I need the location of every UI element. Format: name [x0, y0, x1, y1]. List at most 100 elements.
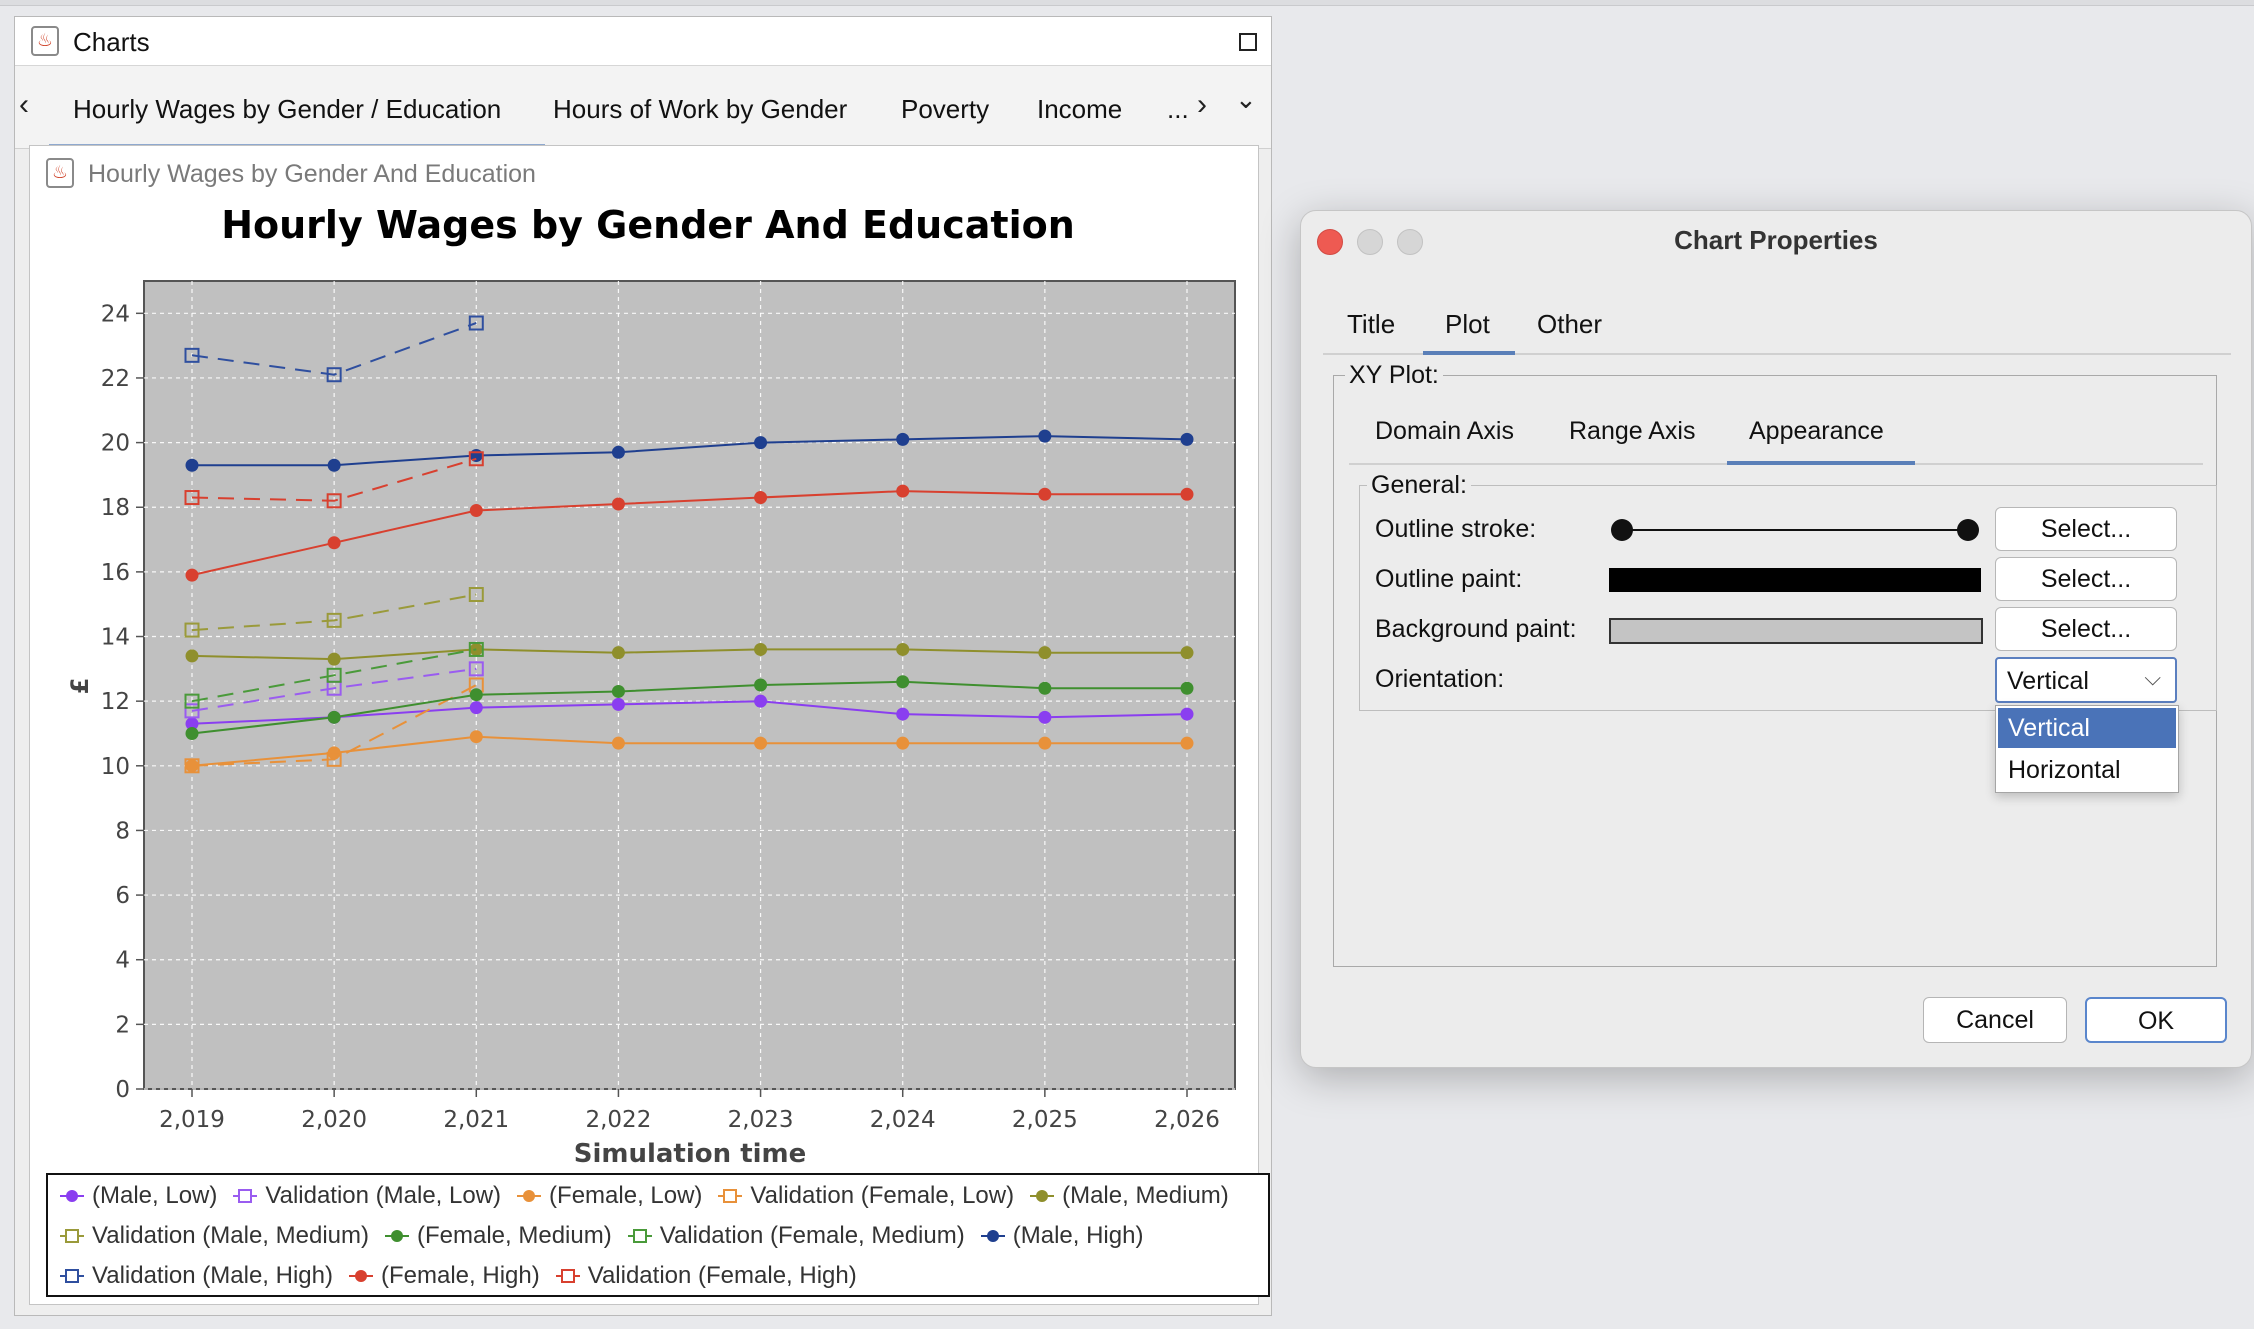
data-point	[469, 701, 483, 715]
x-tick-label: 2,026	[1154, 1107, 1220, 1133]
legend-swatch-marker	[391, 1230, 403, 1243]
ok-button[interactable]: OK	[2085, 997, 2227, 1043]
tab-poverty[interactable]: Poverty	[901, 94, 989, 125]
legend-row: Validation (Male, Medium) (Female, Medium…	[58, 1221, 1157, 1250]
active-tab-indicator	[1423, 351, 1515, 355]
data-point	[1038, 710, 1052, 724]
data-point	[185, 568, 199, 582]
charts-titlebar: ♨ Charts	[15, 17, 1271, 66]
y-tick-label: 20	[101, 431, 130, 457]
legend-swatch	[1030, 1190, 1055, 1203]
y-tick-label: 6	[115, 883, 130, 909]
outline-paint-swatch	[1609, 568, 1981, 592]
data-point	[327, 536, 341, 550]
x-tick-label: 2,020	[301, 1107, 367, 1133]
chart-tabbar: ‹ Hourly Wages by Gender / Education Hou…	[15, 66, 1271, 149]
orientation-select[interactable]: Vertical ⌵	[1995, 657, 2177, 703]
data-point	[611, 497, 625, 511]
data-point	[1038, 736, 1052, 750]
outline-paint-select-button[interactable]: Select...	[1995, 557, 2177, 601]
legend-row: (Male, Low) Validation (Male, Low) (Female…	[58, 1181, 1243, 1210]
legend-swatch-marker	[238, 1189, 253, 1204]
option-vertical[interactable]: Vertical	[1998, 708, 2176, 748]
legend-swatch-marker	[1036, 1190, 1049, 1203]
legend-swatch-marker	[66, 1190, 78, 1203]
subtab-appearance[interactable]: Appearance	[1749, 417, 1884, 446]
legend-label: (Male, Low)	[92, 1181, 218, 1209]
tab-other[interactable]: Other	[1537, 309, 1602, 340]
background-paint-swatch	[1609, 618, 1983, 644]
tab-plot[interactable]: Plot	[1445, 309, 1490, 340]
data-point	[896, 675, 910, 689]
tab-title[interactable]: Title	[1347, 309, 1395, 340]
legend-label: Validation (Male, Medium)	[92, 1221, 369, 1249]
data-point	[754, 736, 768, 750]
legend-swatch-marker	[632, 1229, 647, 1244]
legend-swatch	[555, 1269, 580, 1284]
legend-label: Validation (Male, Low)	[265, 1181, 502, 1209]
legend-swatch	[233, 1189, 258, 1204]
chevron-left-icon[interactable]: ‹	[19, 88, 29, 122]
data-point	[469, 730, 483, 744]
y-tick-label: 18	[101, 495, 130, 521]
legend-swatch-marker	[986, 1230, 999, 1243]
legend-item: Validation (Female, High)	[554, 1262, 857, 1290]
x-tick-label: 2,023	[728, 1107, 794, 1133]
data-point	[469, 688, 483, 702]
data-point	[896, 484, 910, 498]
data-point	[611, 697, 625, 711]
chevron-down-icon[interactable]: ⌄	[1235, 84, 1257, 115]
data-point	[327, 458, 341, 472]
tab-hourly-wages[interactable]: Hourly Wages by Gender / Education	[73, 94, 501, 125]
data-point	[1180, 681, 1194, 695]
subtab-range-axis[interactable]: Range Axis	[1569, 417, 1695, 446]
data-point	[896, 736, 910, 750]
chart-legend: (Male, Low) Validation (Male, Low) (Female…	[46, 1173, 1270, 1297]
legend-swatch	[627, 1229, 652, 1244]
legend-item: (Male, High)	[979, 1222, 1143, 1250]
data-point	[754, 694, 768, 708]
data-point	[611, 646, 625, 660]
dialog-title: Chart Properties	[1674, 225, 1878, 255]
data-point	[1038, 487, 1052, 501]
tab-hours-of-work[interactable]: Hours of Work by Gender	[553, 94, 847, 125]
java-app-icon: ♨	[31, 26, 59, 56]
legend-swatch-marker	[355, 1270, 367, 1283]
subtab-domain-axis[interactable]: Domain Axis	[1375, 417, 1514, 446]
data-point	[754, 491, 768, 505]
data-point	[896, 642, 910, 656]
legend-item: Validation (Male, Low)	[231, 1182, 501, 1210]
tab-income[interactable]: Income	[1037, 94, 1122, 125]
legend-label: (Female, Medium)	[417, 1221, 612, 1249]
stroke-start-dot	[1611, 519, 1633, 541]
x-tick-label: 2,025	[1012, 1107, 1078, 1133]
legend-swatch	[60, 1229, 84, 1244]
data-point	[469, 503, 483, 517]
legend-swatch-marker	[523, 1190, 536, 1203]
data-point	[1180, 487, 1194, 501]
option-horizontal[interactable]: Horizontal	[1998, 750, 2176, 790]
general-label: General:	[1367, 471, 1471, 500]
chevron-right-icon[interactable]: ›	[1197, 88, 1207, 122]
legend-swatch	[718, 1189, 743, 1204]
outline-stroke-preview	[1623, 529, 1973, 531]
background-paint-select-button[interactable]: Select...	[1995, 607, 2177, 651]
y-tick-label: 24	[101, 301, 130, 327]
desktop-top-edge	[0, 0, 2254, 6]
legend-label: Validation (Female, Low)	[750, 1181, 1015, 1209]
chart-title: Hourly Wages by Gender And Education	[221, 203, 1075, 247]
x-axis-label: Simulation time	[574, 1139, 807, 1169]
legend-swatch	[60, 1190, 84, 1203]
outline-stroke-label: Outline stroke:	[1375, 515, 1537, 543]
cancel-button[interactable]: Cancel	[1923, 997, 2067, 1043]
outline-stroke-select-button[interactable]: Select...	[1995, 507, 2177, 551]
legend-label: (Female, Low)	[549, 1181, 703, 1209]
legend-item: (Female, Medium)	[383, 1222, 612, 1250]
data-point	[896, 707, 910, 721]
legend-label: (Female, High)	[381, 1261, 540, 1289]
tab-overflow[interactable]: ...	[1167, 94, 1189, 125]
legend-swatch-marker	[65, 1229, 79, 1244]
y-tick-label: 2	[115, 1012, 130, 1038]
maximize-icon[interactable]	[1239, 33, 1257, 51]
legend-item: Validation (Female, Medium)	[626, 1222, 965, 1250]
